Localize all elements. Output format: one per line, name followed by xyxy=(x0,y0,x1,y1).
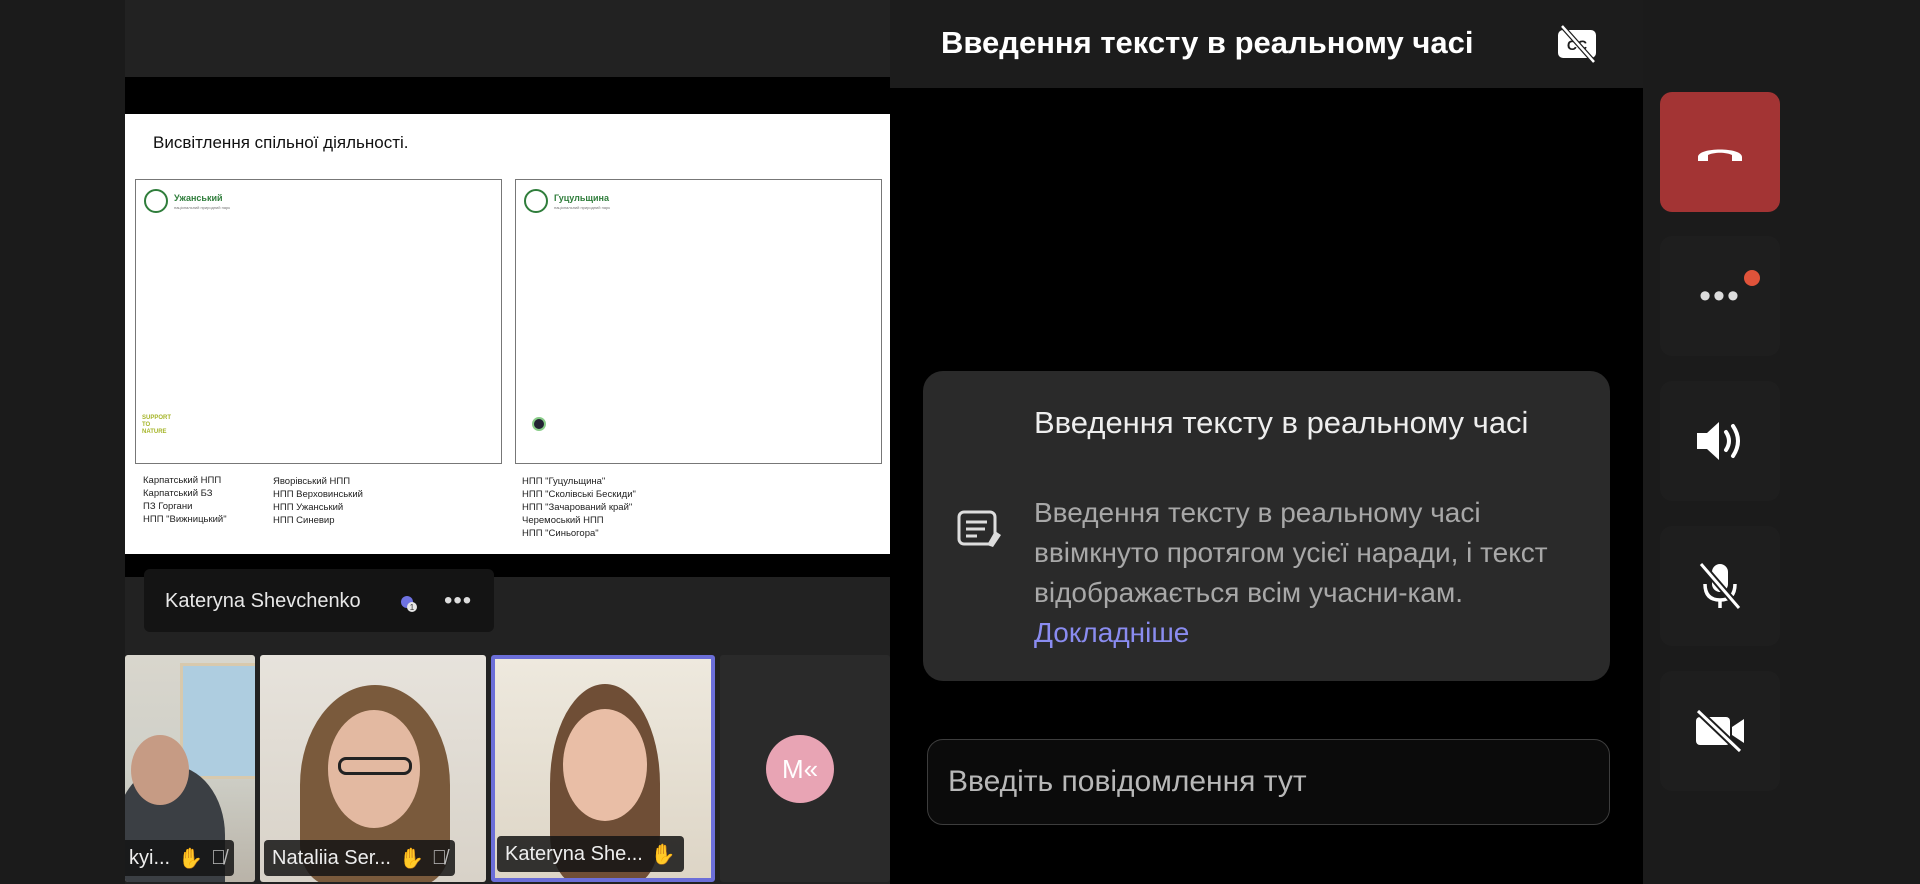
avatar-initials: M« xyxy=(781,753,819,784)
notification-dot xyxy=(1744,270,1760,286)
more-options-icon[interactable]: ••• xyxy=(444,587,472,615)
panel-org-name: Гуцульщина xyxy=(554,193,610,203)
mic-muted-icon: 🎙̸ xyxy=(431,846,447,869)
slide-title: Висвітлення спільної діяльності. xyxy=(153,133,409,152)
live-captions-panel: Введення тексту в реальному часі CC Введ… xyxy=(890,0,1643,884)
svg-text:1: 1 xyxy=(410,603,415,612)
panel-org-name: Ужанський xyxy=(174,193,223,203)
mute-button[interactable] xyxy=(1660,526,1780,646)
participant-head xyxy=(563,709,647,821)
phone-hangup-icon xyxy=(1698,149,1742,161)
participant-tile-active[interactable]: Kateryna She... ✋ xyxy=(491,655,715,882)
active-speaker-bar: Kateryna Shevchenko 1 ••• xyxy=(144,569,494,632)
park-list-col2: Яворівський НПП НПП Верховинський НПП Уж… xyxy=(273,476,363,526)
hand-raise-icon: ✋ xyxy=(650,843,676,866)
panel-org-sub: національний природний парк xyxy=(554,205,610,210)
park-list-col1: Карпатський НПП Карпатський БЗ ПЗ Горган… xyxy=(143,475,227,525)
presentation-slide: Висвітлення спільної діяльності. Ужанськ… xyxy=(125,114,890,554)
hand-raise-icon: ✋ xyxy=(178,847,204,870)
slide-panel-right: Гуцульщина національний природний парк xyxy=(515,179,882,464)
more-button[interactable]: ••• xyxy=(1660,236,1780,356)
call-controls: ••• xyxy=(1643,0,1920,884)
participant-tile[interactable]: Nataliia Ser... ✋ 🎙̸ xyxy=(260,655,486,882)
park-logo-icon xyxy=(144,189,168,213)
camera-off-icon xyxy=(1695,709,1744,753)
info-text: Введення тексту в реальному часі ввімкну… xyxy=(1034,497,1548,608)
info-body: Введення тексту в реальному часі ввімкну… xyxy=(1034,493,1584,653)
park-list-col3: НПП "Гуцульщина" НПП "Сколівські Бескиди… xyxy=(522,476,636,539)
participant-label: Nataliia Ser... ✋ 🎙̸ xyxy=(264,840,455,876)
mic-off-icon xyxy=(1698,561,1742,611)
message-input[interactable] xyxy=(927,739,1610,825)
hand-raise-icon: ✋ xyxy=(398,847,424,870)
glasses xyxy=(338,757,412,775)
speaker-icon xyxy=(1697,422,1740,460)
mic-muted-icon: 🎙̸ xyxy=(211,846,227,869)
participant-name: Nataliia Ser... xyxy=(272,846,391,869)
background-poster xyxy=(180,663,255,779)
participant-label: Kateryna She... ✋ xyxy=(497,836,684,872)
partner-logo-icon xyxy=(532,417,546,431)
speaker-button[interactable] xyxy=(1660,381,1780,501)
participant-tile-avatar[interactable]: M« xyxy=(720,655,890,882)
speaker-name: Kateryna Shevchenko xyxy=(165,590,361,612)
panel-org-sub: національний природний парк xyxy=(174,205,230,210)
panel-title: Введення тексту в реальному часі xyxy=(941,25,1474,60)
slide-panel-left: Ужанський національний природний парк SU… xyxy=(135,179,502,464)
meeting-stage: Висвітлення спільної діяльності. Ужанськ… xyxy=(125,0,890,884)
support-nature-logo: SUPPORT TO NATURE xyxy=(142,415,172,435)
learn-more-link[interactable]: Докладніше xyxy=(1034,617,1189,648)
camera-button[interactable] xyxy=(1660,671,1780,791)
info-title: Введення тексту в реальному часі xyxy=(1034,405,1529,440)
participant-name: kyi... xyxy=(129,846,171,869)
captions-off-icon[interactable]: CC xyxy=(1556,24,1598,69)
panel-header: Введення тексту в реальному часі CC xyxy=(890,0,1643,88)
end-call-button[interactable] xyxy=(1660,92,1780,212)
participant-name: Kateryna She... xyxy=(505,842,643,865)
participant-head xyxy=(131,735,189,805)
park-logo-icon xyxy=(524,189,548,213)
participant-tile[interactable]: kyi... ✋ 🎙̸ xyxy=(125,655,255,882)
participant-label: kyi... ✋ 🎙̸ xyxy=(125,840,235,876)
more-icon: ••• xyxy=(1699,276,1741,315)
avatar: M« xyxy=(766,735,834,803)
hand-raise-icon: 1 xyxy=(398,593,418,618)
captions-info-card: Введення тексту в реальному часі Введенн… xyxy=(923,371,1610,681)
captions-icon xyxy=(957,509,1003,554)
shared-screen: Висвітлення спільної діяльності. Ужанськ… xyxy=(125,77,890,577)
